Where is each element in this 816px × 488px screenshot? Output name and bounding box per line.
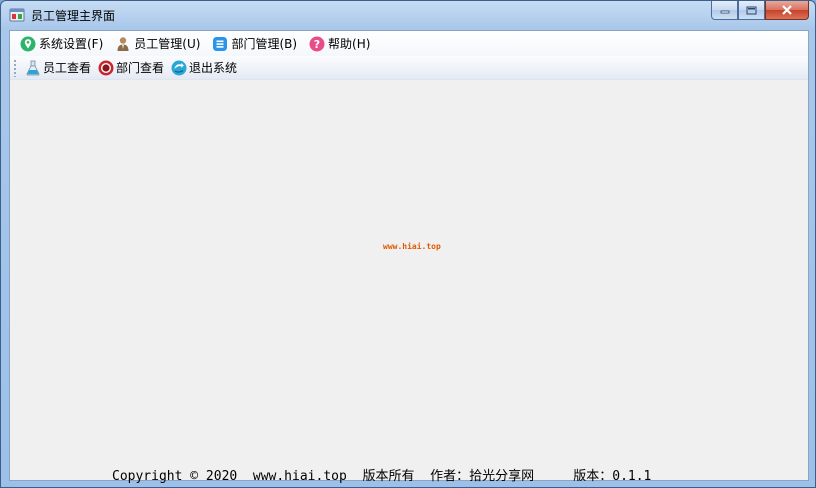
menu-label: 帮助(H) [328,37,371,51]
client-area: 系统设置(F) 员工管理(U) 部门管理(B) ? 帮助(H) 员工查看 部门查… [9,30,809,484]
list-icon [213,36,228,51]
tool-view-employees[interactable]: 员工查看 [22,58,95,78]
minimize-icon [720,10,729,14]
minimize-button[interactable] [711,1,738,20]
help-icon: ? [309,36,325,51]
person-icon [117,36,129,51]
menu-bar: 系统设置(F) 员工管理(U) 部门管理(B) ? 帮助(H) [10,31,808,56]
close-button[interactable] [765,1,809,20]
menu-employee-management[interactable]: 员工管理(U) [111,33,206,55]
svg-text:?: ? [314,38,320,51]
menu-department-management[interactable]: 部门管理(B) [208,33,303,55]
tool-view-departments[interactable]: 部门查看 [95,58,168,78]
flask-icon [26,60,40,75]
toolbar-grip[interactable] [13,58,17,77]
tool-label: 退出系统 [189,61,238,75]
map-pin-icon [20,36,36,51]
menu-label: 部门管理(B) [231,37,298,51]
record-icon [98,60,114,75]
tool-label: 员工查看 [43,61,92,75]
exit-icon [171,60,187,75]
menu-system-settings[interactable]: 系统设置(F) [16,33,109,55]
title-bar[interactable]: 员工管理主界面 [1,1,815,29]
menu-help[interactable]: ? 帮助(H) [305,33,376,55]
maximize-icon [746,6,757,14]
main-window: 员工管理主界面 系统设置(F) 员工管理(U) 部门管理(B) ? 帮助(H) … [0,0,816,488]
footer-status: Copyright © 2020 www.hiai.top 版本所有 作者：拾光… [112,469,652,484]
close-icon [782,5,792,15]
app-window-icon [9,8,25,22]
menu-label: 系统设置(F) [39,37,104,51]
maximize-button[interactable] [738,1,765,20]
caption-buttons [711,1,809,20]
tool-exit-system[interactable]: 退出系统 [168,58,241,78]
tool-label: 部门查看 [116,61,165,75]
watermark-text: www.hiai.top [383,242,441,251]
menu-label: 员工管理(U) [134,37,201,51]
window-title: 员工管理主界面 [31,9,116,23]
tool-bar: 员工查看 部门查看 退出系统 [10,56,808,80]
